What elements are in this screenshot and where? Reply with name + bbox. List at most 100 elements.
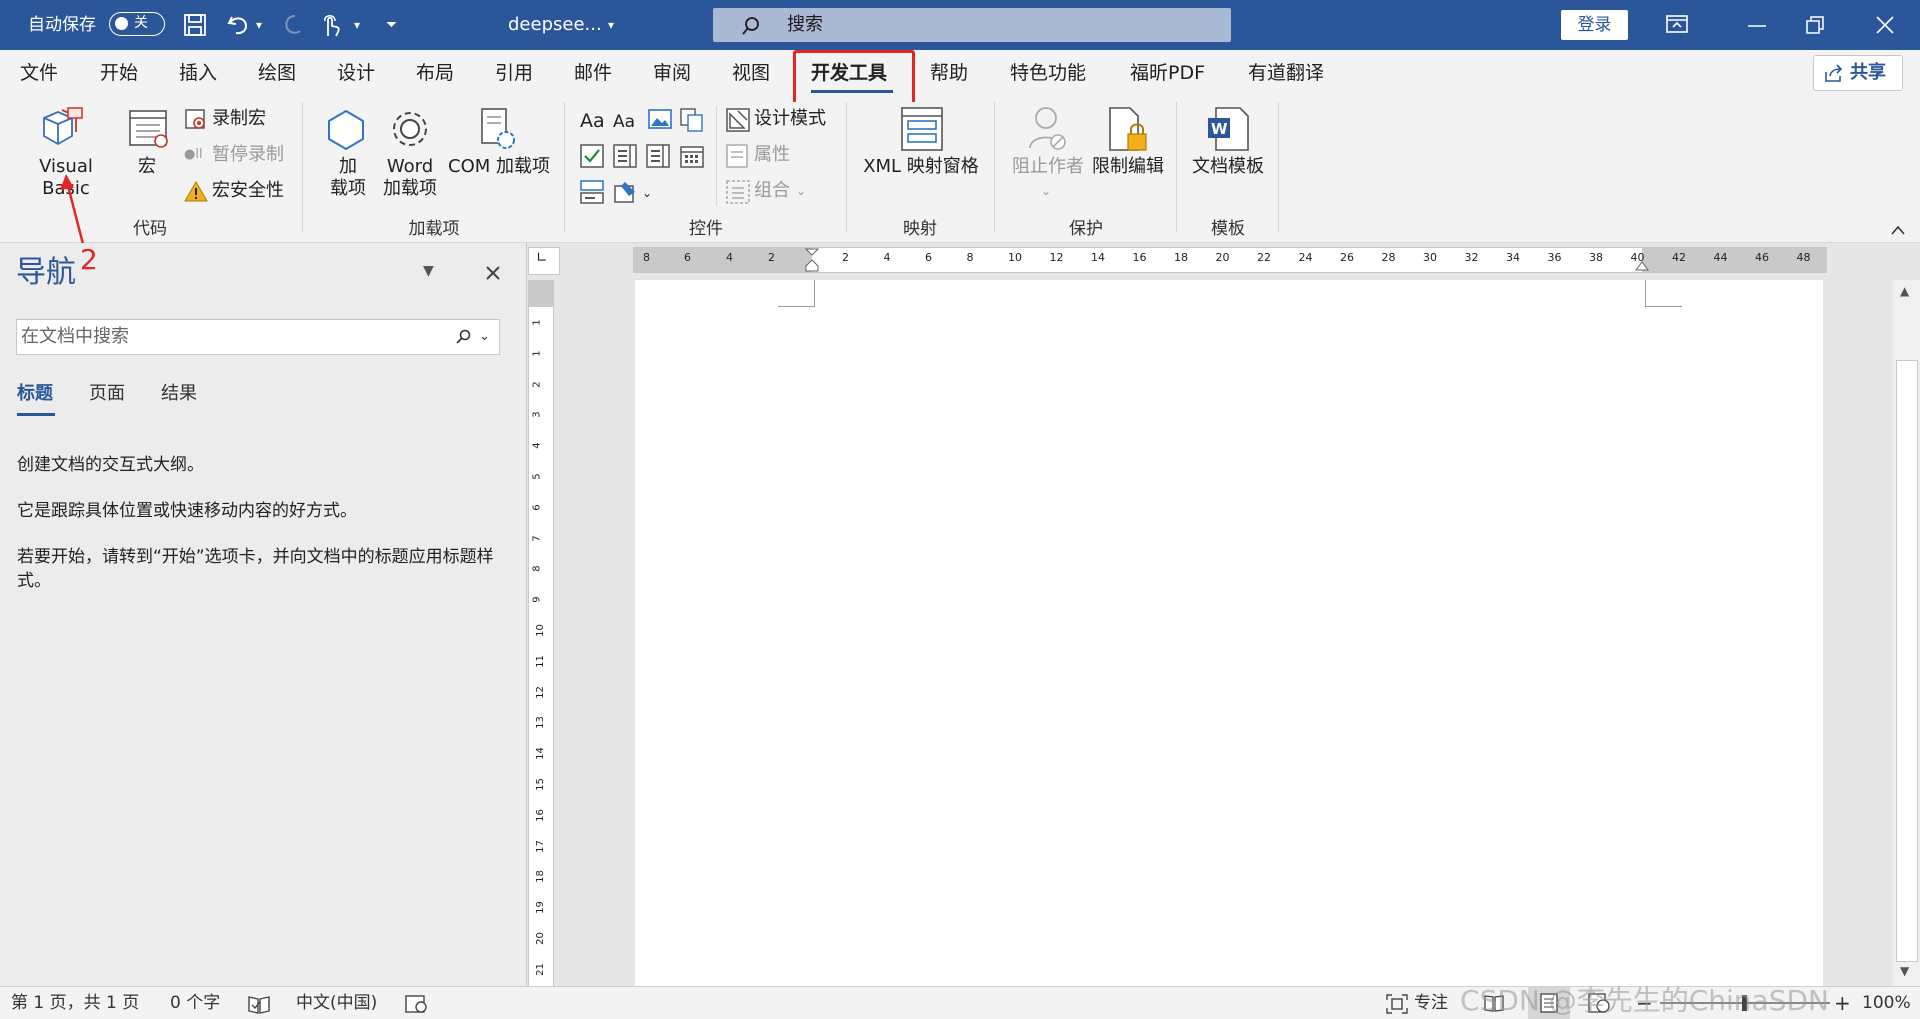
- nav-search-icon[interactable]: [455, 329, 471, 345]
- macros-button[interactable]: 宏: [132, 156, 162, 178]
- ruler-label: 44: [1713, 251, 1728, 264]
- focus-icon[interactable]: [1386, 994, 1408, 1014]
- tab-foxit-pdf[interactable]: 福昕PDF: [1130, 50, 1205, 96]
- nav-search-dropdown-icon[interactable]: ⌄: [479, 320, 490, 354]
- macro-security-button[interactable]: 宏安全性: [212, 180, 284, 202]
- minimize-icon[interactable]: [1748, 24, 1766, 28]
- restrict-editing-button[interactable]: 限制编辑: [1088, 156, 1168, 178]
- collapse-ribbon-icon[interactable]: [1890, 224, 1906, 236]
- proofing-book-icon[interactable]: [248, 994, 270, 1014]
- scroll-up-icon[interactable]: ▲: [1900, 284, 1909, 298]
- vertical-scrollbar[interactable]: ▲ ▼: [1893, 280, 1920, 986]
- group-button[interactable]: 组合: [754, 180, 790, 202]
- zoom-level[interactable]: 100%: [1862, 987, 1911, 1019]
- ruler-label: 6: [925, 251, 932, 264]
- accessibility-icon[interactable]: [405, 994, 429, 1014]
- group-dropdown-icon[interactable]: ⌄: [796, 180, 806, 202]
- word-addins-line1[interactable]: Word: [378, 156, 442, 178]
- addins-button-line1[interactable]: 加: [328, 156, 368, 178]
- touch-dropdown-icon[interactable]: ▾: [354, 0, 360, 50]
- tab-insert[interactable]: 插入: [179, 50, 217, 96]
- tab-design[interactable]: 设计: [337, 50, 375, 96]
- tab-mailings[interactable]: 邮件: [574, 50, 612, 96]
- building-block-control-icon[interactable]: [680, 108, 704, 132]
- group-label-controls: 控件: [689, 219, 723, 239]
- annotation-box-developer-tab: [793, 50, 915, 106]
- document-template-button[interactable]: 文档模板: [1188, 156, 1268, 178]
- checkbox-control-icon[interactable]: [580, 144, 604, 168]
- vertical-ruler-labels: 1 1 2 3 4 5 6 7 8 9 10 11 12 13 14 15 16 17 18 19 20 21: [529, 307, 553, 987]
- language[interactable]: 中文(中国): [296, 987, 377, 1019]
- right-indent-marker[interactable]: [1635, 260, 1649, 272]
- page-count[interactable]: 第 1 页，共 1 页: [11, 987, 139, 1019]
- plain-text-control-button[interactable]: Aa: [613, 111, 635, 133]
- scroll-down-icon[interactable]: ▼: [1900, 964, 1909, 978]
- autosave-toggle[interactable]: 关: [109, 12, 165, 36]
- ruler-label: 17: [534, 839, 546, 853]
- block-authors-button[interactable]: 阻止作者: [1008, 156, 1088, 178]
- margin-corner-top-right: [1645, 280, 1682, 307]
- doc-name-dropdown-icon[interactable]: ▾: [608, 0, 614, 50]
- tab-youdao-translate[interactable]: 有道翻译: [1248, 50, 1324, 96]
- touch-mode-icon[interactable]: [320, 12, 342, 38]
- record-macro-button[interactable]: 录制宏: [212, 108, 266, 130]
- picture-control-icon[interactable]: [648, 108, 672, 130]
- design-mode-button[interactable]: 设计模式: [754, 108, 826, 130]
- share-button[interactable]: 共享: [1813, 55, 1903, 91]
- tab-selector[interactable]: ∟: [528, 247, 560, 275]
- nav-tab-results[interactable]: 结果: [161, 379, 197, 405]
- ribbon-display-options-icon[interactable]: [1666, 15, 1688, 33]
- xml-mapping-pane-button[interactable]: XML 映射窗格: [858, 156, 984, 178]
- nav-tab-pages[interactable]: 页面: [89, 379, 125, 405]
- restore-icon[interactable]: [1806, 16, 1824, 34]
- tab-references[interactable]: 引用: [495, 50, 533, 96]
- ruler-right-labels: 2 4 6 8 10 12 14 16 18 20 22 24 26 28 30 32 34 36 38 40 42 44…: [812, 248, 1826, 272]
- scrollbar-thumb[interactable]: [1896, 360, 1918, 962]
- tab-view[interactable]: 视图: [732, 50, 770, 96]
- block-authors-dropdown-icon[interactable]: ⌄: [1041, 180, 1051, 202]
- tab-review[interactable]: 审阅: [653, 50, 691, 96]
- tab-help[interactable]: 帮助: [930, 50, 968, 96]
- customize-qat-icon[interactable]: ⏷: [386, 0, 397, 50]
- legacy-tools-dropdown-icon[interactable]: ⌄: [642, 182, 652, 204]
- nav-options-dropdown-icon[interactable]: ▼: [423, 263, 434, 279]
- undo-icon[interactable]: [226, 13, 252, 37]
- repeating-section-control-icon[interactable]: [580, 180, 604, 204]
- tab-layout[interactable]: 布局: [416, 50, 454, 96]
- save-icon[interactable]: [183, 13, 207, 37]
- nav-tab-headings[interactable]: 标题: [17, 379, 53, 405]
- tab-draw[interactable]: 绘图: [258, 50, 296, 96]
- horizontal-ruler[interactable]: 8 6 4 2 2 4 6 8 10 12 14 16 18 20 22 24 26 28 30 32 34 36…: [633, 247, 1827, 273]
- properties-button[interactable]: 属性: [754, 144, 790, 166]
- com-addins-button[interactable]: COM 加载项: [444, 156, 554, 178]
- vertical-ruler-top-margin: [529, 281, 553, 307]
- word-addins-line2[interactable]: 加载项: [378, 178, 442, 200]
- document-page[interactable]: [635, 280, 1823, 986]
- dropdown-list-control-icon[interactable]: [646, 144, 670, 168]
- nav-close-icon[interactable]: [485, 265, 501, 281]
- tab-file[interactable]: 文件: [20, 50, 58, 96]
- tab-home[interactable]: 开始: [100, 50, 138, 96]
- redo-icon[interactable]: [282, 13, 308, 37]
- undo-dropdown-icon[interactable]: ▾: [256, 0, 262, 50]
- tab-special-features[interactable]: 特色功能: [1010, 50, 1086, 96]
- nav-search-input[interactable]: 在文档中搜索 ⌄: [16, 319, 500, 355]
- zoom-in-icon[interactable]: +: [1834, 987, 1851, 1019]
- focus-mode[interactable]: 专注: [1414, 987, 1448, 1019]
- addins-button-line2[interactable]: 载项: [328, 178, 368, 200]
- vertical-ruler[interactable]: 1 1 2 3 4 5 6 7 8 9 10 11 12 13 14 15 16 17 18 19 20 21: [528, 280, 554, 988]
- pause-recording-button[interactable]: 暂停录制: [212, 144, 284, 166]
- document-name[interactable]: deepsee...: [508, 0, 602, 50]
- ruler-label: 32: [1464, 251, 1479, 264]
- legacy-tools-icon[interactable]: [613, 180, 641, 204]
- word-count[interactable]: 0 个字: [170, 987, 220, 1019]
- search-box[interactable]: 搜索: [713, 8, 1231, 42]
- close-icon[interactable]: [1876, 16, 1894, 34]
- first-line-indent-marker[interactable]: [805, 248, 819, 272]
- combo-box-control-icon[interactable]: [613, 144, 637, 168]
- rich-text-control-button[interactable]: Aa: [580, 110, 605, 132]
- ruler-label: 30: [1423, 251, 1437, 264]
- date-picker-control-icon[interactable]: [680, 144, 704, 168]
- login-button[interactable]: 登录: [1561, 10, 1628, 40]
- ruler-label: 7: [531, 534, 543, 542]
